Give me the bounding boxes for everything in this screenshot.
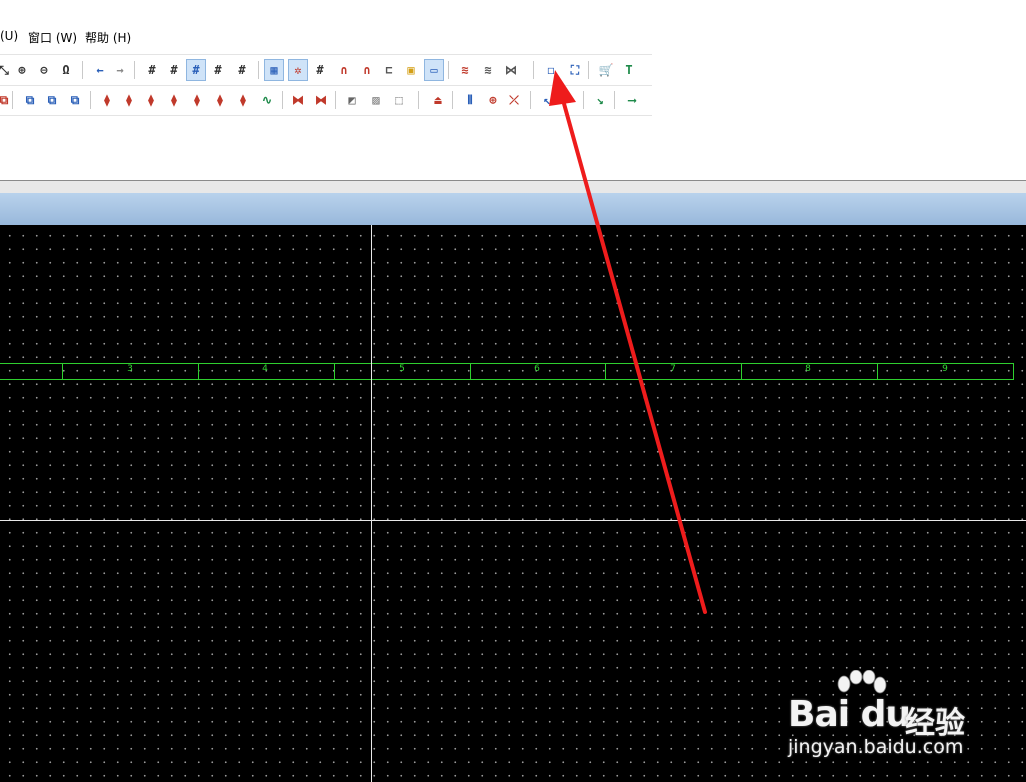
part-group-icon[interactable]: ⧉ bbox=[20, 89, 40, 111]
net-e-icon[interactable]: ⧫ bbox=[187, 89, 207, 111]
snap-grid-icon[interactable]: ✲ bbox=[288, 59, 308, 81]
net-d-icon[interactable]: ⧫ bbox=[164, 89, 184, 111]
trace-red-icon[interactable]: ≋ bbox=[455, 59, 475, 81]
net-b-icon[interactable]: ⧫ bbox=[119, 89, 139, 111]
zone-label: 3 bbox=[127, 364, 133, 374]
route-a-icon[interactable]: ↖ bbox=[537, 89, 557, 111]
zone-divider bbox=[198, 363, 199, 379]
route-d-icon[interactable]: ⟶ bbox=[622, 89, 642, 111]
zone-divider bbox=[334, 363, 335, 379]
zone-label: 6 bbox=[534, 364, 540, 374]
forward-arrow-icon[interactable]: → bbox=[110, 59, 130, 81]
zoom-in-icon[interactable]: ⊕ bbox=[12, 59, 32, 81]
toolbar-separator bbox=[418, 91, 419, 109]
hatch-icon[interactable]: ▨ bbox=[366, 89, 386, 111]
part-rotate-icon[interactable]: ⧉ bbox=[42, 89, 62, 111]
zone-divider bbox=[62, 363, 63, 379]
zone-divider bbox=[741, 363, 742, 379]
zoom-out-icon[interactable]: ⊖ bbox=[34, 59, 54, 81]
grid-e-icon[interactable]: # bbox=[232, 59, 252, 81]
net-f-icon[interactable]: ⧫ bbox=[210, 89, 230, 111]
zone-line bbox=[0, 363, 1014, 364]
route-b-icon[interactable]: ↔ bbox=[559, 89, 579, 111]
grid-c-icon[interactable]: # bbox=[186, 59, 206, 81]
cutout-icon[interactable]: ⬚ bbox=[389, 89, 409, 111]
zone-divider bbox=[605, 363, 606, 379]
via-diagonal-icon[interactable]: ⤫ bbox=[504, 89, 524, 111]
grid-b-icon[interactable]: # bbox=[164, 59, 184, 81]
menu-item-u[interactable]: (U) bbox=[0, 29, 18, 43]
toolbar-separator bbox=[335, 91, 336, 109]
grid-a-icon[interactable]: # bbox=[142, 59, 162, 81]
toolbar-divider-bottom bbox=[0, 115, 652, 116]
pad-grid-icon[interactable]: # bbox=[310, 59, 330, 81]
magnet-icon[interactable]: ∩ bbox=[334, 59, 354, 81]
toolbar-separator bbox=[282, 91, 283, 109]
grid-d-icon[interactable]: # bbox=[208, 59, 228, 81]
toolbar-separator bbox=[90, 91, 91, 109]
toolbar-separator bbox=[134, 61, 135, 79]
trace-cross-icon[interactable]: ⋈ bbox=[501, 59, 521, 81]
zone-divider bbox=[1013, 363, 1014, 379]
document-title-bar[interactable] bbox=[0, 193, 1026, 225]
toolbar-separator bbox=[12, 91, 13, 109]
toolbar-separator bbox=[530, 91, 531, 109]
toolbar-separator bbox=[452, 91, 453, 109]
zone-label: 9 bbox=[942, 364, 948, 374]
toolbar-separator bbox=[533, 61, 534, 79]
toolbar-divider-top bbox=[0, 54, 652, 55]
toolbar-separator bbox=[82, 61, 83, 79]
workspace-strip bbox=[0, 181, 1026, 193]
net-wave-icon[interactable]: ∿ bbox=[257, 89, 277, 111]
baidu-watermark: Bai du 经验 jingyan.baidu.com bbox=[780, 668, 980, 768]
toolbar-separator bbox=[614, 91, 615, 109]
watermark-url: jingyan.baidu.com bbox=[788, 736, 964, 758]
stack-icon[interactable]: ⏏ bbox=[428, 89, 448, 111]
toolbar-divider-middle bbox=[0, 85, 652, 86]
ruler-icon[interactable]: ▭ bbox=[424, 59, 444, 81]
pin-swap-icon[interactable]: ⧓ bbox=[288, 89, 308, 111]
toolbar-separator bbox=[588, 61, 589, 79]
zoom-100-icon[interactable]: Ω bbox=[56, 59, 76, 81]
zone-label: 5 bbox=[399, 364, 405, 374]
zone-divider bbox=[470, 363, 471, 379]
zone-label: 4 bbox=[262, 364, 268, 374]
zone-divider bbox=[877, 363, 878, 379]
part-move-icon[interactable]: ⧉ bbox=[65, 89, 85, 111]
grid-icon[interactable]: ▦ bbox=[264, 59, 284, 81]
toolbar-separator bbox=[583, 91, 584, 109]
menu-item-window[interactable]: 窗口 (W) bbox=[28, 29, 77, 46]
net-g-icon[interactable]: ⧫ bbox=[233, 89, 253, 111]
watermark-brand: Bai du bbox=[788, 694, 911, 735]
crosshair-horizontal bbox=[0, 520, 1026, 521]
back-arrow-icon[interactable]: ← bbox=[90, 59, 110, 81]
route-c-icon[interactable]: ↘ bbox=[590, 89, 610, 111]
toolbar-separator bbox=[258, 61, 259, 79]
via-vertical-icon[interactable]: ⦀ bbox=[460, 89, 480, 111]
badge-icon[interactable]: ▣ bbox=[401, 59, 421, 81]
net-a-icon[interactable]: ⧫ bbox=[97, 89, 117, 111]
component-select-icon[interactable]: ◻ bbox=[541, 59, 561, 81]
via-cross-icon[interactable]: ⊕ bbox=[483, 89, 503, 111]
text-frame-icon[interactable]: T bbox=[619, 59, 639, 81]
copper-pour-icon[interactable]: ◩ bbox=[342, 89, 362, 111]
toolbar-separator bbox=[448, 61, 449, 79]
net-c-icon[interactable]: ⧫ bbox=[141, 89, 161, 111]
cart-icon[interactable]: 🛒 bbox=[596, 59, 616, 81]
connect-icon[interactable]: ⊏ bbox=[379, 59, 399, 81]
area-select-icon[interactable]: ⛶ bbox=[565, 59, 585, 81]
zone-label: 7 bbox=[670, 364, 676, 374]
zone-label: 8 bbox=[805, 364, 811, 374]
trace-wave-icon[interactable]: ≋ bbox=[478, 59, 498, 81]
magnet-attach-icon[interactable]: ∩ bbox=[357, 59, 377, 81]
menu-item-help[interactable]: 帮助 (H) bbox=[85, 29, 131, 46]
zone-line bbox=[0, 379, 1014, 380]
crosshair-vertical bbox=[371, 225, 372, 782]
pin-merge-icon[interactable]: ⧓ bbox=[311, 89, 331, 111]
